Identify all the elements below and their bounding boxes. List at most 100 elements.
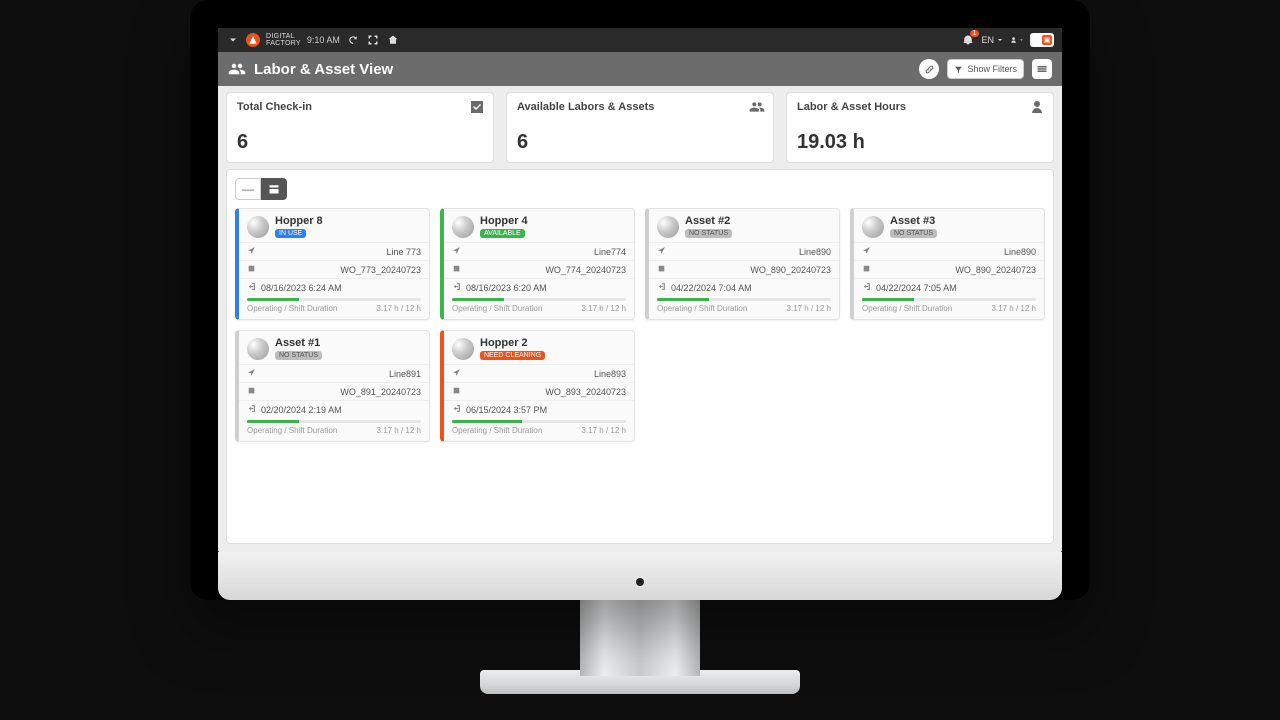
duration-value: 3.17 h / 12 h (992, 304, 1036, 313)
op-shift-label: Operating / Shift Duration (452, 304, 542, 313)
checkin-icon (452, 404, 462, 415)
timestamp: 02/20/2024 2:19 AM (257, 405, 421, 415)
asset-card[interactable]: Asset #1NO STATUSLine891WO_891_202407230… (235, 330, 430, 442)
line-value: Line 773 (386, 247, 421, 257)
asset-card[interactable]: Asset #2NO STATUSLine890WO_890_202407230… (645, 208, 840, 320)
asset-avatar (452, 338, 474, 360)
fullscreen-icon[interactable] (366, 33, 380, 47)
location-icon (862, 246, 872, 257)
workorder-icon (247, 386, 257, 397)
wo-value: WO_773_20240723 (340, 265, 421, 275)
user-menu[interactable] (1010, 33, 1024, 47)
wo-value: WO_893_20240723 (545, 387, 626, 397)
asset-name: Asset #2 (685, 215, 732, 227)
record-toggle[interactable]: ▣ (1030, 33, 1054, 47)
asset-name: Asset #1 (275, 337, 322, 349)
home-icon[interactable] (386, 33, 400, 47)
notifications-icon[interactable]: 1 (961, 33, 975, 47)
person-icon (1029, 99, 1045, 120)
op-shift-label: Operating / Shift Duration (862, 304, 952, 313)
workorder-icon (862, 264, 872, 275)
wo-value: WO_774_20240723 (545, 265, 626, 275)
timestamp: 08/16/2023 6:24 AM (257, 283, 421, 293)
dropdown-toggle[interactable] (226, 33, 240, 47)
checkin-icon (657, 282, 667, 293)
op-shift-label: Operating / Shift Duration (247, 426, 337, 435)
checkin-icon (862, 282, 872, 293)
checkin-icon (247, 282, 257, 293)
stat-row: Total Check-in 6 Available Labors & Asse… (218, 86, 1062, 169)
checkin-icon (452, 282, 462, 293)
view-toggle: — (235, 178, 1045, 200)
stat-available: Available Labors & Assets 6 (506, 92, 774, 163)
status-badge: AVAILABLE (480, 229, 525, 238)
stat-hours: Labor & Asset Hours 19.03 h (786, 92, 1054, 163)
asset-card[interactable]: Hopper 4AVAILABLELine774WO_774_202407230… (440, 208, 635, 320)
stat-value: 6 (517, 131, 763, 154)
monitor-stand-neck (580, 596, 700, 676)
workorder-icon (247, 264, 257, 275)
location-icon (247, 368, 257, 379)
op-shift-label: Operating / Shift Duration (247, 304, 337, 313)
monitor-chin (218, 552, 1062, 600)
link-button[interactable] (919, 59, 939, 79)
asset-avatar (862, 216, 884, 238)
location-icon (452, 246, 462, 257)
timestamp: 04/22/2024 7:04 AM (667, 283, 831, 293)
notif-badge: 1 (970, 30, 980, 37)
duration-value: 3.17 h / 12 h (377, 426, 421, 435)
asset-card[interactable]: Asset #3NO STATUSLine890WO_890_202407230… (850, 208, 1045, 320)
monitor-frame: DIGITALFACTORY 9:10 AM 1 EN ▣ Labor & As… (190, 0, 1090, 600)
duration-value: 3.17 h / 12 h (582, 426, 626, 435)
location-icon (247, 246, 257, 257)
duration-value: 3.17 h / 12 h (377, 304, 421, 313)
asset-avatar (247, 216, 269, 238)
card-view-button[interactable] (261, 178, 287, 200)
timestamp: 06/15/2024 3:57 PM (462, 405, 626, 415)
location-icon (657, 246, 667, 257)
workorder-icon (657, 264, 667, 275)
stat-label: Total Check-in (237, 101, 483, 113)
stat-label: Available Labors & Assets (517, 101, 763, 113)
brand-logo[interactable] (246, 33, 260, 47)
workorder-icon (452, 264, 462, 275)
stat-value: 19.03 h (797, 131, 1043, 154)
line-value: Line890 (799, 247, 831, 257)
asset-card-grid: Hopper 8 IN USE Line 773 WO_773_20240723 08/… (235, 208, 1045, 442)
location-icon (452, 368, 462, 379)
asset-card[interactable]: Hopper 2 NEED CLEANING Line893 WO_893_20240… (440, 330, 635, 442)
status-badge: NEED CLEANING (480, 351, 545, 360)
timestamp: 04/22/2024 7:05 AM (872, 283, 1036, 293)
op-shift-label: Operating / Shift Duration (657, 304, 747, 313)
asset-name: Hopper 8 (275, 215, 323, 227)
list-view-button[interactable]: — (235, 178, 261, 200)
check-icon (469, 99, 485, 120)
refresh-icon[interactable] (346, 33, 360, 47)
checkin-icon (247, 404, 257, 415)
line-value: Line890 (1004, 247, 1036, 257)
stat-label: Labor & Asset Hours (797, 101, 1043, 113)
show-filters-button[interactable]: Show Filters (947, 59, 1024, 79)
language-select[interactable]: EN (981, 35, 1004, 45)
brand-text: DIGITALFACTORY (266, 33, 301, 47)
asset-avatar (657, 216, 679, 238)
more-menu[interactable] (1032, 59, 1052, 79)
asset-name: Hopper 2 (480, 337, 545, 349)
asset-avatar (247, 338, 269, 360)
duration-value: 3.17 h / 12 h (787, 304, 831, 313)
wo-value: WO_891_20240723 (340, 387, 421, 397)
duration-value: 3.17 h / 12 h (582, 304, 626, 313)
status-badge: NO STATUS (275, 351, 322, 360)
camera-icon: ▣ (1042, 35, 1052, 45)
stat-value: 6 (237, 131, 483, 154)
wo-value: WO_890_20240723 (750, 265, 831, 275)
app-screen: DIGITALFACTORY 9:10 AM 1 EN ▣ Labor & As… (218, 28, 1062, 552)
stat-total-checkin: Total Check-in 6 (226, 92, 494, 163)
asset-card[interactable]: Hopper 8 IN USE Line 773 WO_773_20240723 08/… (235, 208, 430, 320)
status-badge: NO STATUS (890, 229, 937, 238)
workorder-icon (452, 386, 462, 397)
asset-avatar (452, 216, 474, 238)
line-value: Line893 (594, 369, 626, 379)
status-badge: IN USE (275, 229, 306, 238)
content-panel: — Hopper 8 IN USE Line 773 WO_773_20240723 0… (226, 169, 1054, 544)
